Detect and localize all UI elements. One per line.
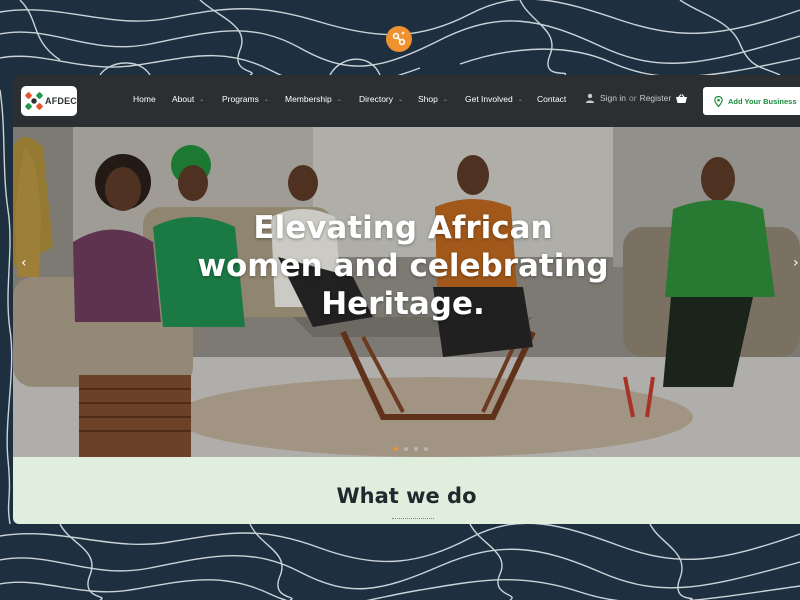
logo-icon[interactable] xyxy=(386,26,412,52)
chevron-down-icon: ⌄ xyxy=(398,96,404,103)
nav-label: Programs xyxy=(222,94,259,104)
nav-label: Get Involved xyxy=(465,94,513,104)
afdec-logo[interactable]: AFDEC xyxy=(21,86,77,116)
slider-dots xyxy=(394,447,434,451)
nav-shop[interactable]: Shop ⌄ xyxy=(418,94,448,104)
nav-label: About xyxy=(172,94,195,104)
map-pin-icon xyxy=(714,95,723,107)
slider-dot[interactable] xyxy=(394,447,398,451)
nav-programs[interactable]: Programs ⌄ xyxy=(222,94,269,104)
hero-headline: Elevating African women and celebrating … xyxy=(193,209,613,323)
hero-headline-line: Elevating African xyxy=(253,210,553,246)
add-business-label: Add Your Business xyxy=(728,96,797,106)
nav-about[interactable]: About ⌄ xyxy=(172,94,204,104)
brand-name: AFDEC xyxy=(45,96,77,106)
chevron-down-icon: ⌄ xyxy=(517,96,523,103)
afdec-logo-mark-icon xyxy=(25,92,43,110)
slider-dot[interactable] xyxy=(404,447,408,451)
nav-get-involved[interactable]: Get Involved ⌄ xyxy=(465,94,523,104)
signin-separator: or xyxy=(629,93,637,103)
nav-label: Home xyxy=(133,94,156,104)
nav-label: Contact xyxy=(537,94,567,104)
hero-headline-line: women and celebrating xyxy=(197,248,609,284)
add-your-business-button[interactable]: Add Your Business xyxy=(703,87,800,115)
register-link[interactable]: Register xyxy=(640,93,672,103)
hero-headline-line: Heritage. xyxy=(321,286,485,322)
section-title: What we do xyxy=(336,484,477,508)
main-navbar: AFDEC Home About ⌄ Programs ⌄ Membership… xyxy=(13,75,800,127)
nav-label: Membership xyxy=(285,94,332,104)
nav-label: Shop xyxy=(418,94,438,104)
slider-dot[interactable] xyxy=(414,447,418,451)
chevron-down-icon: ⌄ xyxy=(336,96,342,103)
section-divider xyxy=(392,518,434,524)
nav-membership[interactable]: Membership ⌄ xyxy=(285,94,342,104)
hero-slider: Elevating African women and celebrating … xyxy=(13,127,800,457)
what-we-do-section: What we do xyxy=(13,457,800,524)
account-links: Sign in or Register xyxy=(585,93,671,103)
chevron-right-icon[interactable]: › xyxy=(793,255,799,271)
chevron-down-icon: ⌄ xyxy=(199,96,205,103)
chevron-down-icon: ⌄ xyxy=(442,96,448,103)
user-icon xyxy=(585,93,595,103)
nav-home[interactable]: Home xyxy=(133,94,156,104)
browser-page: AFDEC Home About ⌄ Programs ⌄ Membership… xyxy=(13,75,800,524)
cart-icon[interactable] xyxy=(675,94,688,106)
nav-contact[interactable]: Contact xyxy=(537,94,566,104)
slider-dot[interactable] xyxy=(424,447,428,451)
chevron-down-icon: ⌄ xyxy=(263,96,269,103)
nav-label: Directory xyxy=(359,94,394,104)
sign-in-link[interactable]: Sign in xyxy=(600,93,626,103)
chevron-left-icon[interactable]: ‹ xyxy=(21,255,27,271)
nav-directory[interactable]: Directory ⌄ xyxy=(359,94,403,104)
